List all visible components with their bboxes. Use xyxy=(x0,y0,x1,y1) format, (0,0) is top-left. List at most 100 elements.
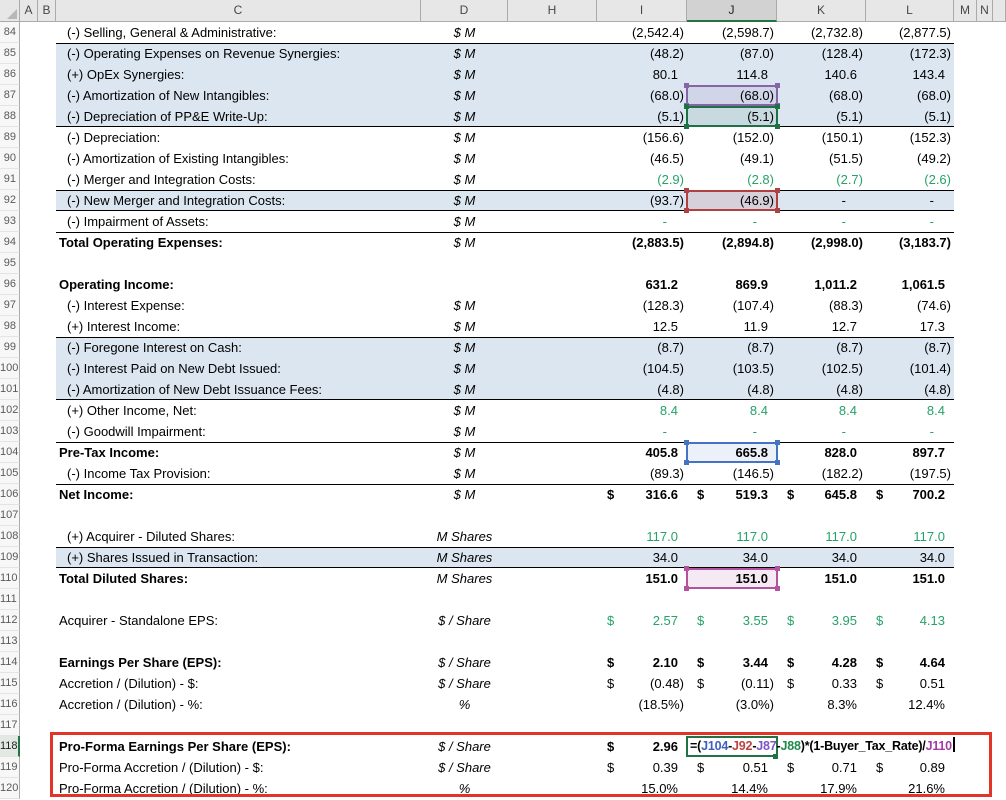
row-header-100[interactable]: 100 xyxy=(0,358,20,379)
row-header-91[interactable]: 91 xyxy=(0,169,20,190)
cell-J101[interactable]: (4.8) xyxy=(687,379,777,400)
row-header-87[interactable]: 87 xyxy=(0,85,20,106)
cell-K120[interactable]: 17.9% xyxy=(777,778,866,799)
row-label-103[interactable]: (-) Goodwill Impairment: xyxy=(67,421,427,442)
unit-cell-92[interactable]: $ M xyxy=(421,190,508,211)
unit-cell-115[interactable]: $ / Share xyxy=(421,673,508,694)
cell-J120[interactable]: 14.4% xyxy=(687,778,777,799)
column-header-I[interactable]: I xyxy=(597,0,687,22)
row-header-117[interactable]: 117 xyxy=(0,715,20,736)
cell-J110[interactable]: 151.0 xyxy=(687,568,777,589)
row-header-98[interactable]: 98 xyxy=(0,316,20,337)
unit-cell-109[interactable]: M Shares xyxy=(421,547,508,568)
cell-K85[interactable]: (128.4) xyxy=(777,43,866,64)
cell-L119[interactable]: $0.89 xyxy=(866,757,954,778)
unit-cell-94[interactable]: $ M xyxy=(421,232,508,253)
cell-L102[interactable]: 8.4 xyxy=(866,400,954,421)
unit-cell-99[interactable]: $ M xyxy=(421,337,508,358)
cell-J85[interactable]: (87.0) xyxy=(687,43,777,64)
unit-cell-86[interactable]: $ M xyxy=(421,64,508,85)
cell-K96[interactable]: 1,011.2 xyxy=(777,274,866,295)
unit-cell-110[interactable]: M Shares xyxy=(421,568,508,589)
row-header-118[interactable]: 118 xyxy=(0,736,20,757)
cell-I92[interactable]: (93.7) xyxy=(597,190,687,211)
row-label-101[interactable]: (-) Amortization of New Debt Issuance Fe… xyxy=(67,379,427,400)
unit-cell-98[interactable]: $ M xyxy=(421,316,508,337)
row-header-96[interactable]: 96 xyxy=(0,274,20,295)
cell-L116[interactable]: 12.4% xyxy=(866,694,954,715)
row-header-101[interactable]: 101 xyxy=(0,379,20,400)
unit-cell-90[interactable]: $ M xyxy=(421,148,508,169)
cell-I109[interactable]: 34.0 xyxy=(597,547,687,568)
cell-I96[interactable]: 631.2 xyxy=(597,274,687,295)
unit-cell-104[interactable]: $ M xyxy=(421,442,508,463)
unit-cell-84[interactable]: $ M xyxy=(421,22,508,43)
unit-cell-87[interactable]: $ M xyxy=(421,85,508,106)
column-header-M[interactable]: M xyxy=(954,0,977,22)
cell-I116[interactable]: (18.5%) xyxy=(597,694,687,715)
row-header-85[interactable]: 85 xyxy=(0,43,20,64)
unit-cell-97[interactable]: $ M xyxy=(421,295,508,316)
cell-K102[interactable]: 8.4 xyxy=(777,400,866,421)
cell-J119[interactable]: $0.51 xyxy=(687,757,777,778)
row-header-105[interactable]: 105 xyxy=(0,463,20,484)
cell-I90[interactable]: (46.5) xyxy=(597,148,687,169)
cell-K101[interactable]: (4.8) xyxy=(777,379,866,400)
cell-I94[interactable]: (2,883.5) xyxy=(597,232,687,253)
row-header-97[interactable]: 97 xyxy=(0,295,20,316)
row-label-119[interactable]: Pro-Forma Accretion / (Dilution) - $: xyxy=(59,757,419,778)
row-label-97[interactable]: (-) Interest Expense: xyxy=(67,295,427,316)
row-header-88[interactable]: 88 xyxy=(0,106,20,127)
cell-L86[interactable]: 143.4 xyxy=(866,64,954,85)
cell-J108[interactable]: 117.0 xyxy=(687,526,777,547)
row-header-103[interactable]: 103 xyxy=(0,421,20,442)
row-header-113[interactable]: 113 xyxy=(0,631,20,652)
cell-K89[interactable]: (150.1) xyxy=(777,127,866,148)
cell-L100[interactable]: (101.4) xyxy=(866,358,954,379)
row-label-96[interactable]: Operating Income: xyxy=(59,274,419,295)
cell-L112[interactable]: $4.13 xyxy=(866,610,954,631)
cell-I105[interactable]: (89.3) xyxy=(597,463,687,484)
row-label-86[interactable]: (+) OpEx Synergies: xyxy=(67,64,427,85)
row-label-88[interactable]: (-) Depreciation of PP&E Write-Up: xyxy=(67,106,427,127)
row-header-86[interactable]: 86 xyxy=(0,64,20,85)
cell-L115[interactable]: $0.51 xyxy=(866,673,954,694)
row-label-112[interactable]: Acquirer - Standalone EPS: xyxy=(59,610,419,631)
row-header-90[interactable]: 90 xyxy=(0,148,20,169)
cell-I103[interactable]: - xyxy=(597,421,687,442)
row-label-114[interactable]: Earnings Per Share (EPS): xyxy=(59,652,419,673)
column-header-H[interactable]: H xyxy=(508,0,597,22)
cell-L105[interactable]: (197.5) xyxy=(866,463,954,484)
cell-J103[interactable]: - xyxy=(687,421,777,442)
row-header-114[interactable]: 114 xyxy=(0,652,20,673)
unit-cell-101[interactable]: $ M xyxy=(421,379,508,400)
row-label-91[interactable]: (-) Merger and Integration Costs: xyxy=(67,169,427,190)
cell-I89[interactable]: (156.6) xyxy=(597,127,687,148)
row-label-105[interactable]: (-) Income Tax Provision: xyxy=(67,463,427,484)
cell-L94[interactable]: (3,183.7) xyxy=(866,232,954,253)
cell-J112[interactable]: $3.55 xyxy=(687,610,777,631)
unit-cell-88[interactable]: $ M xyxy=(421,106,508,127)
cell-L98[interactable]: 17.3 xyxy=(866,316,954,337)
row-header-107[interactable]: 107 xyxy=(0,505,20,526)
cell-J96[interactable]: 869.9 xyxy=(687,274,777,295)
row-header-92[interactable]: 92 xyxy=(0,190,20,211)
cell-K105[interactable]: (182.2) xyxy=(777,463,866,484)
cell-J84[interactable]: (2,598.7) xyxy=(687,22,777,43)
row-label-108[interactable]: (+) Acquirer - Diluted Shares: xyxy=(67,526,427,547)
cell-J97[interactable]: (107.4) xyxy=(687,295,777,316)
cell-J115[interactable]: $(0.11) xyxy=(687,673,777,694)
cell-K98[interactable]: 12.7 xyxy=(777,316,866,337)
row-label-106[interactable]: Net Income: xyxy=(59,484,419,505)
cell-I85[interactable]: (48.2) xyxy=(597,43,687,64)
unit-cell-89[interactable]: $ M xyxy=(421,127,508,148)
cell-J87[interactable]: (68.0) xyxy=(687,85,777,106)
cell-I98[interactable]: 12.5 xyxy=(597,316,687,337)
cell-I102[interactable]: 8.4 xyxy=(597,400,687,421)
formula-edit-text[interactable]: =(J104-J92-J87-J88)*(1-Buyer_Tax_Rate)/J… xyxy=(688,736,955,757)
row-label-115[interactable]: Accretion / (Dilution) - $: xyxy=(59,673,419,694)
cell-I97[interactable]: (128.3) xyxy=(597,295,687,316)
cell-L106[interactable]: $700.2 xyxy=(866,484,954,505)
cell-I91[interactable]: (2.9) xyxy=(597,169,687,190)
cell-L108[interactable]: 117.0 xyxy=(866,526,954,547)
